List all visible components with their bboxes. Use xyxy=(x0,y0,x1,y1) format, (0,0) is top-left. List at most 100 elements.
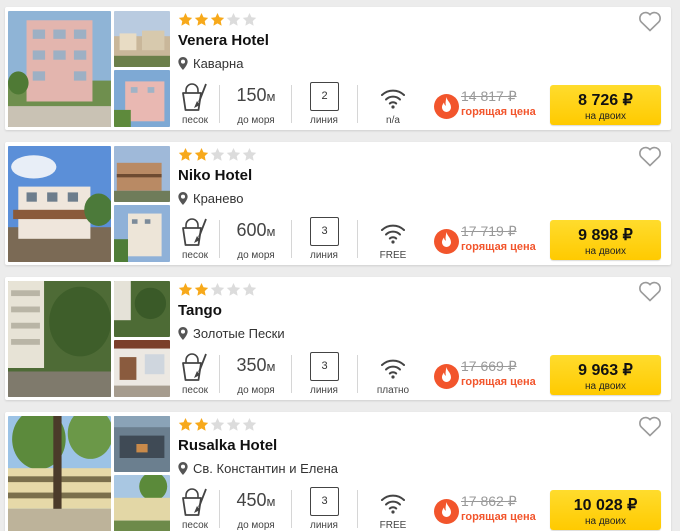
favorite-heart-icon[interactable] xyxy=(638,10,662,32)
hotel-name[interactable]: Niko Hotel xyxy=(178,167,252,184)
hotel-photo-thumb[interactable] xyxy=(114,416,170,472)
star-filled-icon xyxy=(194,417,209,431)
hotel-name[interactable]: Rusalka Hotel xyxy=(178,437,277,454)
hotel-location: Св. Константин и Елена xyxy=(178,461,338,476)
star-empty-icon xyxy=(210,147,225,161)
favorite-heart-icon[interactable] xyxy=(638,415,662,437)
line-number: 3 xyxy=(310,487,339,516)
line-label: линия xyxy=(310,385,338,396)
distance-label: до моря xyxy=(237,115,275,126)
beach-line: 3 линия xyxy=(297,215,351,261)
hotel-photo-thumb[interactable] xyxy=(114,70,170,127)
star-filled-icon xyxy=(194,12,209,26)
location-pin-icon xyxy=(178,327,188,340)
star-empty-icon xyxy=(242,12,257,26)
wifi-label: FREE xyxy=(379,250,407,261)
divider xyxy=(291,355,292,393)
hotel-location: Кранево xyxy=(178,191,243,206)
hotel-photo-thumb[interactable] xyxy=(114,205,170,262)
sand-bucket-icon xyxy=(182,488,207,516)
sand-bucket-icon xyxy=(182,83,207,111)
wifi-icon xyxy=(381,359,405,379)
hotel-photo-thumb[interactable] xyxy=(114,475,170,531)
distance-to-sea: 150м до моря xyxy=(225,80,287,126)
star-empty-icon xyxy=(226,417,241,431)
star-filled-icon xyxy=(178,147,193,161)
hotel-photo-main[interactable] xyxy=(8,416,111,531)
divider xyxy=(357,355,358,393)
beach-type: песок xyxy=(175,80,215,126)
star-rating xyxy=(178,417,257,433)
location-text: Св. Константин и Елена xyxy=(193,461,338,476)
hotel-name[interactable]: Tango xyxy=(178,302,222,319)
beach-line: 3 линия xyxy=(297,485,351,531)
hot-deal-badge xyxy=(434,364,459,389)
hotel-location: Каварна xyxy=(178,56,243,71)
distance-label: до моря xyxy=(237,520,275,531)
divider xyxy=(291,490,292,528)
price-button[interactable]: 9 963 ₽ на двоих xyxy=(550,355,661,395)
beach-type: песок xyxy=(175,485,215,531)
hotel-card[interactable]: Rusalka Hotel Св. Константин и Елена пес… xyxy=(5,412,671,531)
hotel-photo-main[interactable] xyxy=(8,11,111,127)
sand-bucket-icon xyxy=(182,218,207,246)
sand-bucket-icon xyxy=(182,353,207,381)
hotel-card[interactable]: Venera Hotel Каварна песок 150м до моря … xyxy=(5,7,671,130)
hotel-photo-thumb[interactable] xyxy=(114,281,170,337)
favorite-heart-icon[interactable] xyxy=(638,280,662,302)
distance-label: до моря xyxy=(237,250,275,261)
fire-icon xyxy=(442,502,451,517)
price-note: на двоих xyxy=(584,246,627,257)
distance-value: 350 xyxy=(236,355,267,375)
location-text: Золотые Пески xyxy=(193,326,285,341)
hotel-card[interactable]: Tango Золотые Пески песок 350м до моря 3… xyxy=(5,277,671,400)
hotel-photo-main[interactable] xyxy=(8,281,111,397)
location-text: Каварна xyxy=(193,56,244,71)
divider xyxy=(357,85,358,123)
distance-to-sea: 600м до моря xyxy=(225,215,287,261)
distance-unit: м xyxy=(266,89,276,104)
divider xyxy=(219,355,220,393)
star-rating xyxy=(178,12,257,28)
hotel-photo-thumb[interactable] xyxy=(114,340,170,397)
divider xyxy=(357,220,358,258)
beach-line: 2 линия xyxy=(297,80,351,126)
wifi-info: FREE xyxy=(363,215,423,261)
star-empty-icon xyxy=(226,282,241,296)
price-button[interactable]: 10 028 ₽ на двоих xyxy=(550,490,661,530)
star-filled-icon xyxy=(194,147,209,161)
line-number: 3 xyxy=(310,217,339,246)
price-button[interactable]: 8 726 ₽ на двоих xyxy=(550,85,661,125)
star-filled-icon xyxy=(210,12,225,26)
divider xyxy=(219,85,220,123)
distance-value: 150 xyxy=(236,85,267,105)
hot-price-label: горящая цена xyxy=(461,241,536,253)
beach-line: 3 линия xyxy=(297,350,351,396)
price-button[interactable]: 9 898 ₽ на двоих xyxy=(550,220,661,260)
hotel-photo-thumb[interactable] xyxy=(114,11,170,67)
line-label: линия xyxy=(310,250,338,261)
distance-value: 600 xyxy=(236,220,267,240)
line-number: 3 xyxy=(310,352,339,381)
divider xyxy=(291,220,292,258)
hotel-photo-thumb[interactable] xyxy=(114,146,170,202)
star-empty-icon xyxy=(226,12,241,26)
price-value: 8 726 ₽ xyxy=(578,92,633,109)
star-empty-icon xyxy=(242,147,257,161)
favorite-heart-icon[interactable] xyxy=(638,145,662,167)
old-price: 17 669 ₽ xyxy=(461,358,517,374)
price-note: на двоих xyxy=(584,516,627,527)
hotel-card[interactable]: Niko Hotel Кранево песок 600м до моря 3 … xyxy=(5,142,671,265)
beach-type: песок xyxy=(175,350,215,396)
price-value: 10 028 ₽ xyxy=(573,497,638,514)
fire-icon xyxy=(442,97,451,112)
location-pin-icon xyxy=(178,462,188,475)
divider xyxy=(357,490,358,528)
distance-unit: м xyxy=(266,224,276,239)
star-empty-icon xyxy=(210,417,225,431)
beach-label: песок xyxy=(181,520,209,531)
star-filled-icon xyxy=(178,282,193,296)
hotel-photo-main[interactable] xyxy=(8,146,111,262)
hotel-name[interactable]: Venera Hotel xyxy=(178,32,269,49)
divider xyxy=(219,490,220,528)
